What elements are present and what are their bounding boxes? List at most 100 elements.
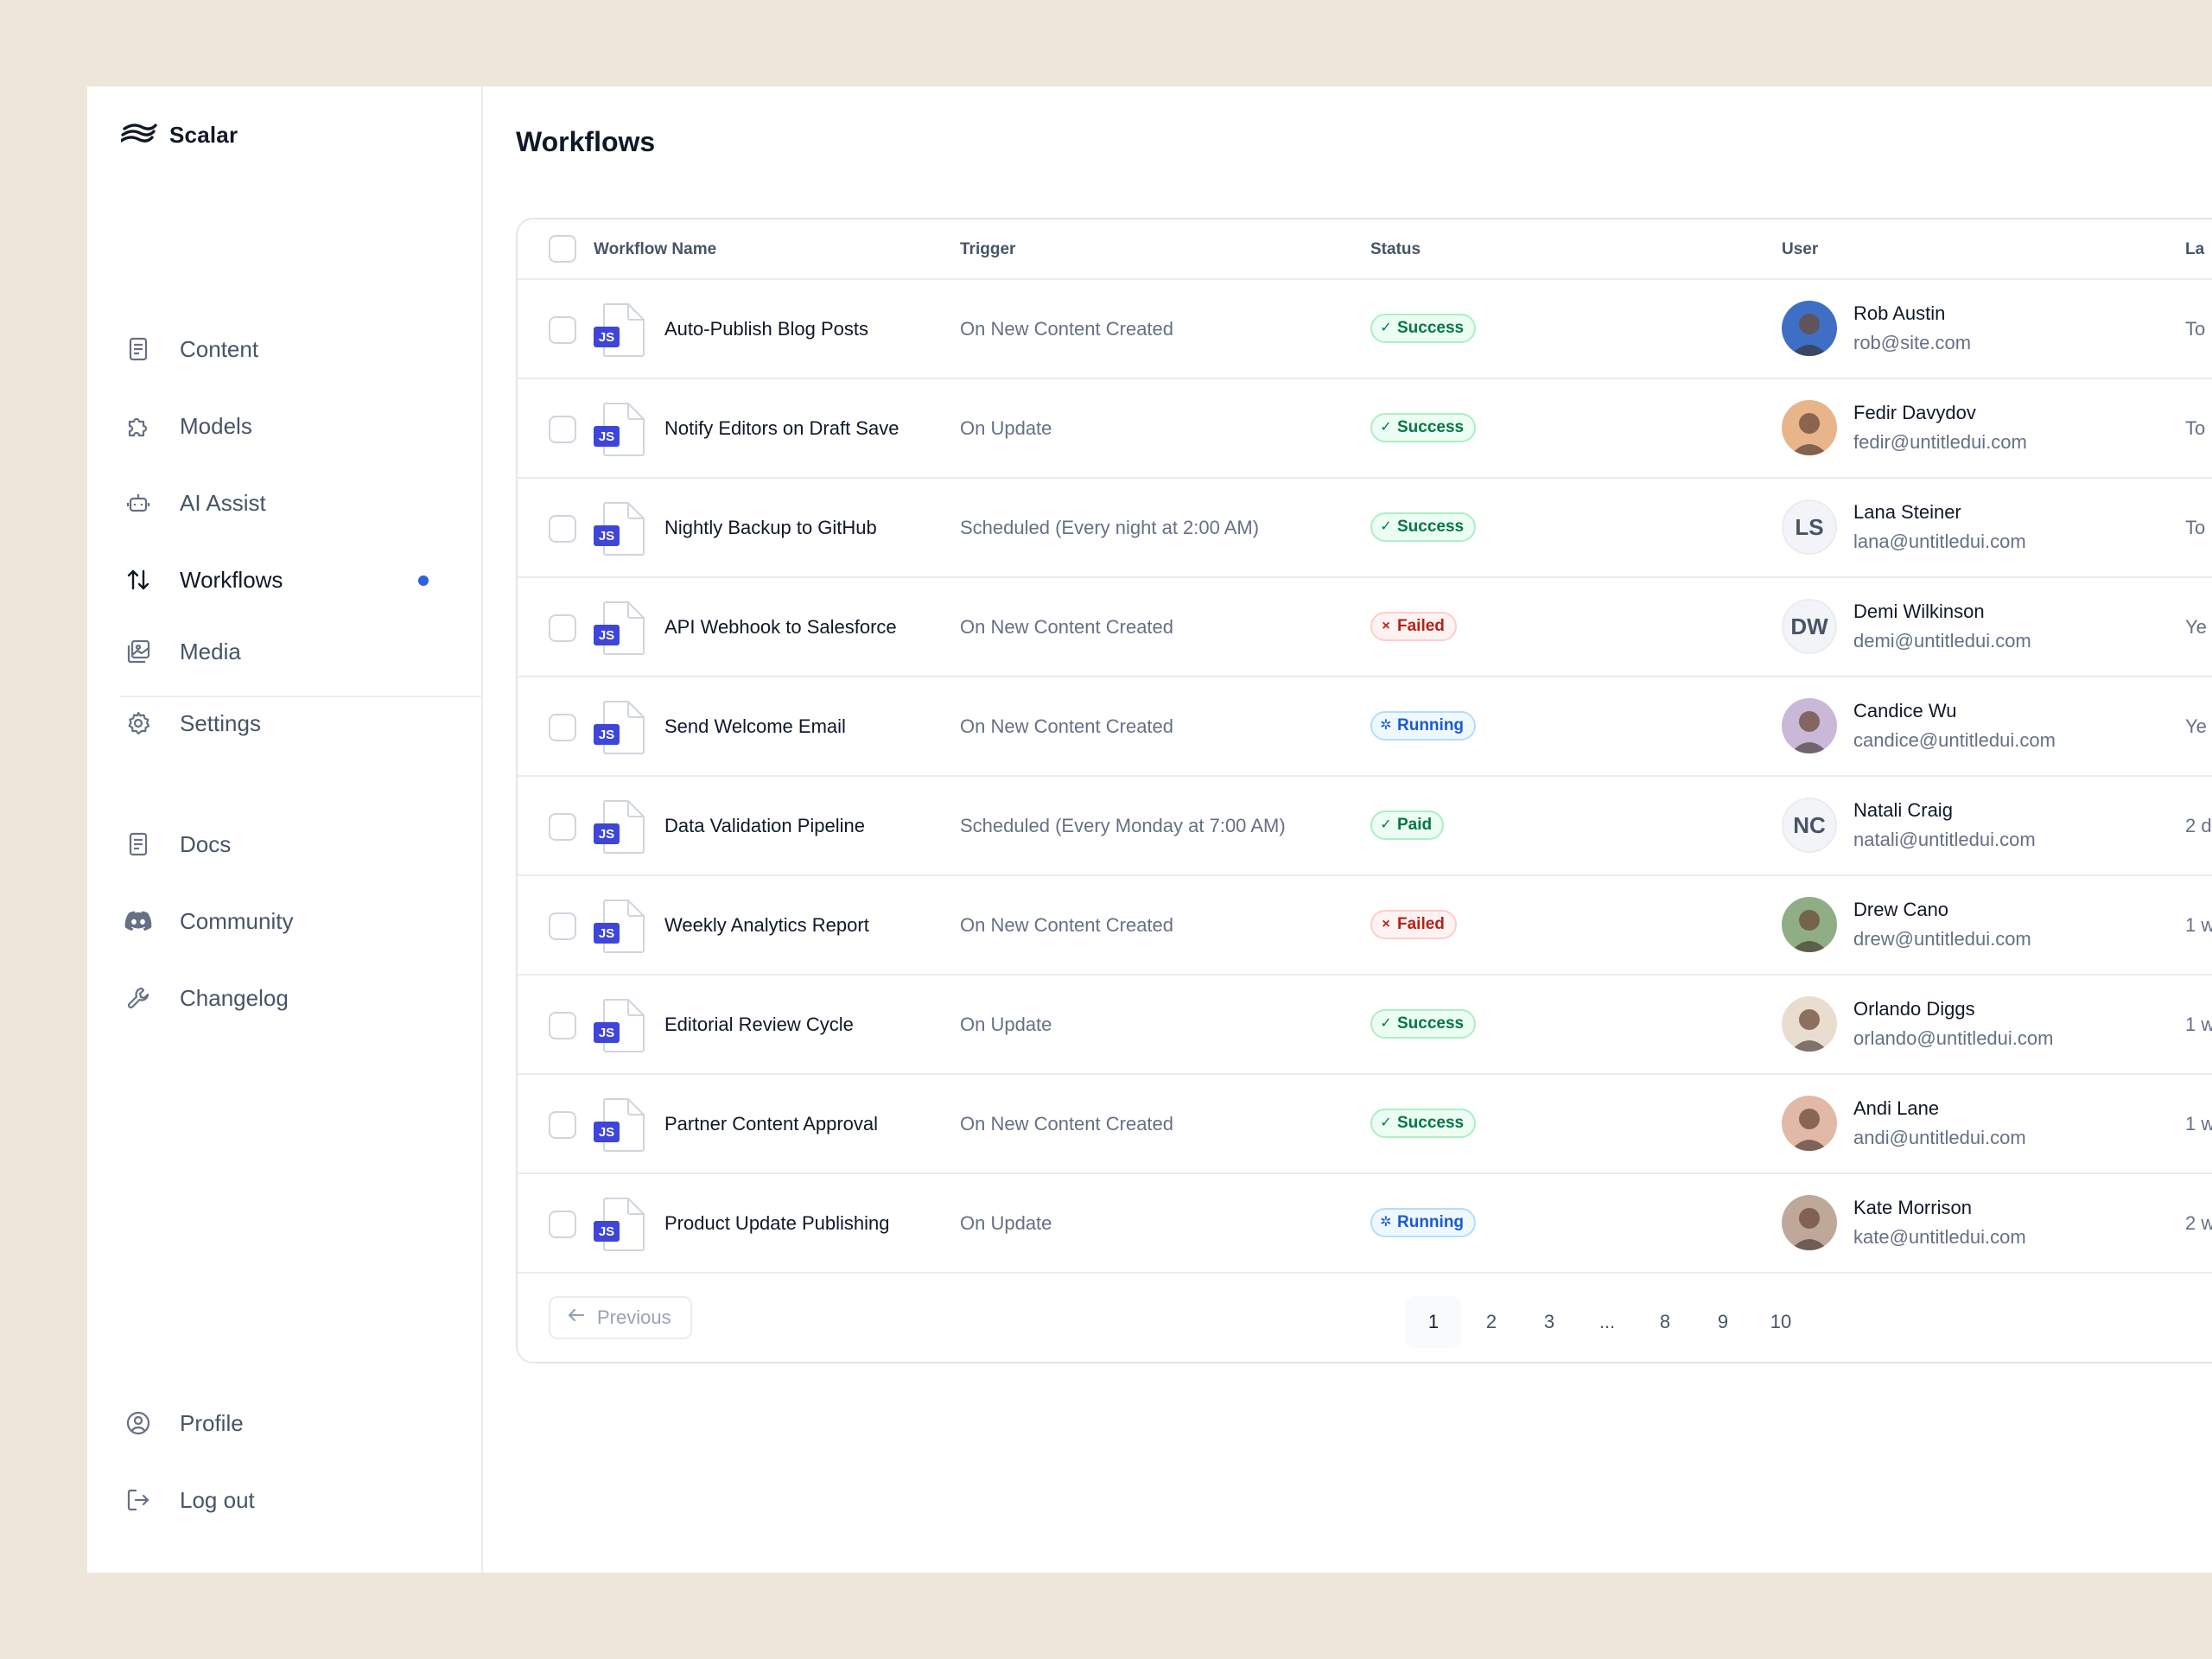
sidebar-item-settings[interactable]: Settings — [121, 696, 449, 751]
row-checkbox[interactable] — [549, 614, 576, 642]
sidebar-item-label: Settings — [180, 709, 261, 736]
workflow-name[interactable]: Notify Editors on Draft Save — [664, 417, 899, 440]
row-checkbox[interactable] — [549, 912, 576, 940]
column-header-status[interactable]: Status — [1370, 240, 1421, 259]
js-file-icon: JS — [594, 899, 647, 954]
column-header-last[interactable]: La — [2185, 240, 2204, 259]
sidebar-item-label: Docs — [180, 830, 232, 857]
table-row[interactable]: JS Editorial Review Cycle On Update ✓ Succes… — [518, 976, 2212, 1075]
row-checkbox[interactable] — [549, 515, 576, 543]
sidebar: Scalar Content Models AI Assist Workflow… — [87, 86, 483, 1573]
workflow-name[interactable]: Send Welcome Email — [664, 715, 846, 738]
file-type-label: JS — [599, 1224, 614, 1239]
workflow-name[interactable]: Data Validation Pipeline — [664, 815, 865, 837]
arrow-left-icon — [566, 1305, 587, 1331]
workflow-trigger: On New Content Created — [960, 318, 1174, 340]
status-badge: ✲ Running — [1370, 1208, 1477, 1237]
brand[interactable]: Scalar — [119, 121, 238, 149]
table-row[interactable]: JS API Webhook to Salesforce On New Conten… — [518, 578, 2212, 677]
sidebar-item-profile[interactable]: Profile — [121, 1395, 449, 1451]
sidebar-item-ai-assist[interactable]: AI Assist — [121, 475, 449, 531]
workflow-name[interactable]: Nightly Backup to GitHub — [664, 517, 877, 539]
status-label: Success — [1397, 1014, 1465, 1033]
row-checkbox[interactable] — [549, 1211, 576, 1238]
avatar — [1782, 301, 1837, 356]
x-icon: × — [1382, 619, 1390, 633]
table-row[interactable]: JS Product Update Publishing On Update ✲ Run… — [518, 1174, 2212, 1274]
table-row[interactable]: JS Notify Editors on Draft Save On Update ✓… — [518, 379, 2212, 479]
workflow-name[interactable]: Auto-Publish Blog Posts — [664, 318, 868, 340]
row-checkbox[interactable] — [549, 714, 576, 741]
sidebar-item-models[interactable]: Models — [121, 398, 449, 454]
status-label: Paid — [1397, 816, 1433, 834]
workflow-name[interactable]: Partner Content Approval — [664, 1113, 878, 1135]
sidebar-item-media[interactable]: Media — [121, 624, 449, 679]
workflow-name[interactable]: API Webhook to Salesforce — [664, 616, 897, 639]
user-email: lana@untitledui.com — [1853, 531, 2026, 552]
column-header-trigger[interactable]: Trigger — [960, 240, 1015, 259]
row-checkbox[interactable] — [549, 416, 576, 443]
table-row[interactable]: JS Nightly Backup to GitHub Scheduled (Eve… — [518, 479, 2212, 578]
check-icon: ✓ — [1380, 1016, 1392, 1031]
status-badge: ✓ Success — [1370, 512, 1477, 542]
status-badge: ✓ Success — [1370, 314, 1477, 343]
app-window: Scalar Content Models AI Assist Workflow… — [87, 86, 2212, 1573]
sidebar-item-community[interactable]: Community — [121, 893, 449, 949]
table-row[interactable]: JS Auto-Publish Blog Posts On New Content … — [518, 280, 2212, 379]
robot-icon — [121, 486, 156, 520]
sidebar-divider — [120, 696, 483, 697]
js-file-icon: JS — [594, 302, 647, 358]
table-row[interactable]: JS Partner Content Approval On New Content… — [518, 1075, 2212, 1174]
sidebar-item-log-out[interactable]: Log out — [121, 1472, 449, 1528]
workflow-trigger: On New Content Created — [960, 914, 1174, 936]
page-button[interactable]: 1 — [1406, 1296, 1461, 1348]
table-row[interactable]: JS Data Validation Pipeline Scheduled (Eve… — [518, 777, 2212, 876]
table-header: Workflow Name Trigger Status User La — [518, 219, 2212, 280]
user-name: Drew Cano — [1853, 899, 1949, 920]
sidebar-item-label: Content — [180, 335, 259, 362]
sidebar-item-docs[interactable]: Docs — [121, 817, 449, 872]
workflow-name[interactable]: Editorial Review Cycle — [664, 1014, 854, 1036]
user-name: Rob Austin — [1853, 302, 1946, 324]
user-email: andi@untitledui.com — [1853, 1127, 2026, 1148]
workflow-name[interactable]: Weekly Analytics Report — [664, 914, 869, 937]
document-icon — [121, 827, 156, 861]
check-icon: ✓ — [1380, 321, 1392, 335]
previous-page-button[interactable]: Previous — [549, 1296, 692, 1339]
status-label: Running — [1397, 1213, 1465, 1231]
wrench-icon — [121, 981, 156, 1015]
user-email: drew@untitledui.com — [1853, 928, 2031, 950]
js-file-icon: JS — [594, 1097, 647, 1153]
page-button[interactable]: 2 — [1464, 1296, 1519, 1348]
select-all-checkbox[interactable] — [549, 235, 576, 263]
avatar — [1782, 698, 1837, 753]
row-checkbox[interactable] — [549, 813, 576, 841]
last-run: To — [2185, 517, 2206, 538]
column-header-workflow-name[interactable]: Workflow Name — [594, 240, 716, 259]
sidebar-item-changelog[interactable]: Changelog — [121, 970, 449, 1026]
row-checkbox[interactable] — [549, 316, 576, 344]
table-row[interactable]: JS Weekly Analytics Report On New Content … — [518, 876, 2212, 976]
user-email: rob@site.com — [1853, 332, 1972, 353]
page-button[interactable]: 9 — [1695, 1296, 1751, 1348]
avatar: LS — [1782, 499, 1837, 555]
page-button[interactable]: 10 — [1753, 1296, 1808, 1348]
sidebar-item-workflows[interactable]: Workflows — [121, 552, 449, 607]
avatar — [1782, 1096, 1837, 1151]
sidebar-item-label: Community — [180, 907, 294, 934]
page-button[interactable]: 8 — [1637, 1296, 1693, 1348]
column-header-user[interactable]: User — [1782, 240, 1818, 259]
row-checkbox[interactable] — [549, 1012, 576, 1039]
sidebar-item-content[interactable]: Content — [121, 321, 449, 377]
last-run: 2 d — [2185, 815, 2212, 836]
workflow-trigger: On Update — [960, 417, 1052, 439]
workflow-name[interactable]: Product Update Publishing — [664, 1212, 890, 1235]
page-button[interactable]: 3 — [1522, 1296, 1577, 1348]
file-type-label: JS — [599, 1125, 614, 1140]
status-badge: × Failed — [1370, 612, 1457, 641]
row-checkbox[interactable] — [549, 1111, 576, 1139]
js-file-icon: JS — [594, 799, 647, 855]
table-row[interactable]: JS Send Welcome Email On New Content Creat… — [518, 677, 2212, 777]
page-ellipsis: ... — [1599, 1311, 1616, 1332]
last-run: 2 w — [2185, 1212, 2212, 1234]
